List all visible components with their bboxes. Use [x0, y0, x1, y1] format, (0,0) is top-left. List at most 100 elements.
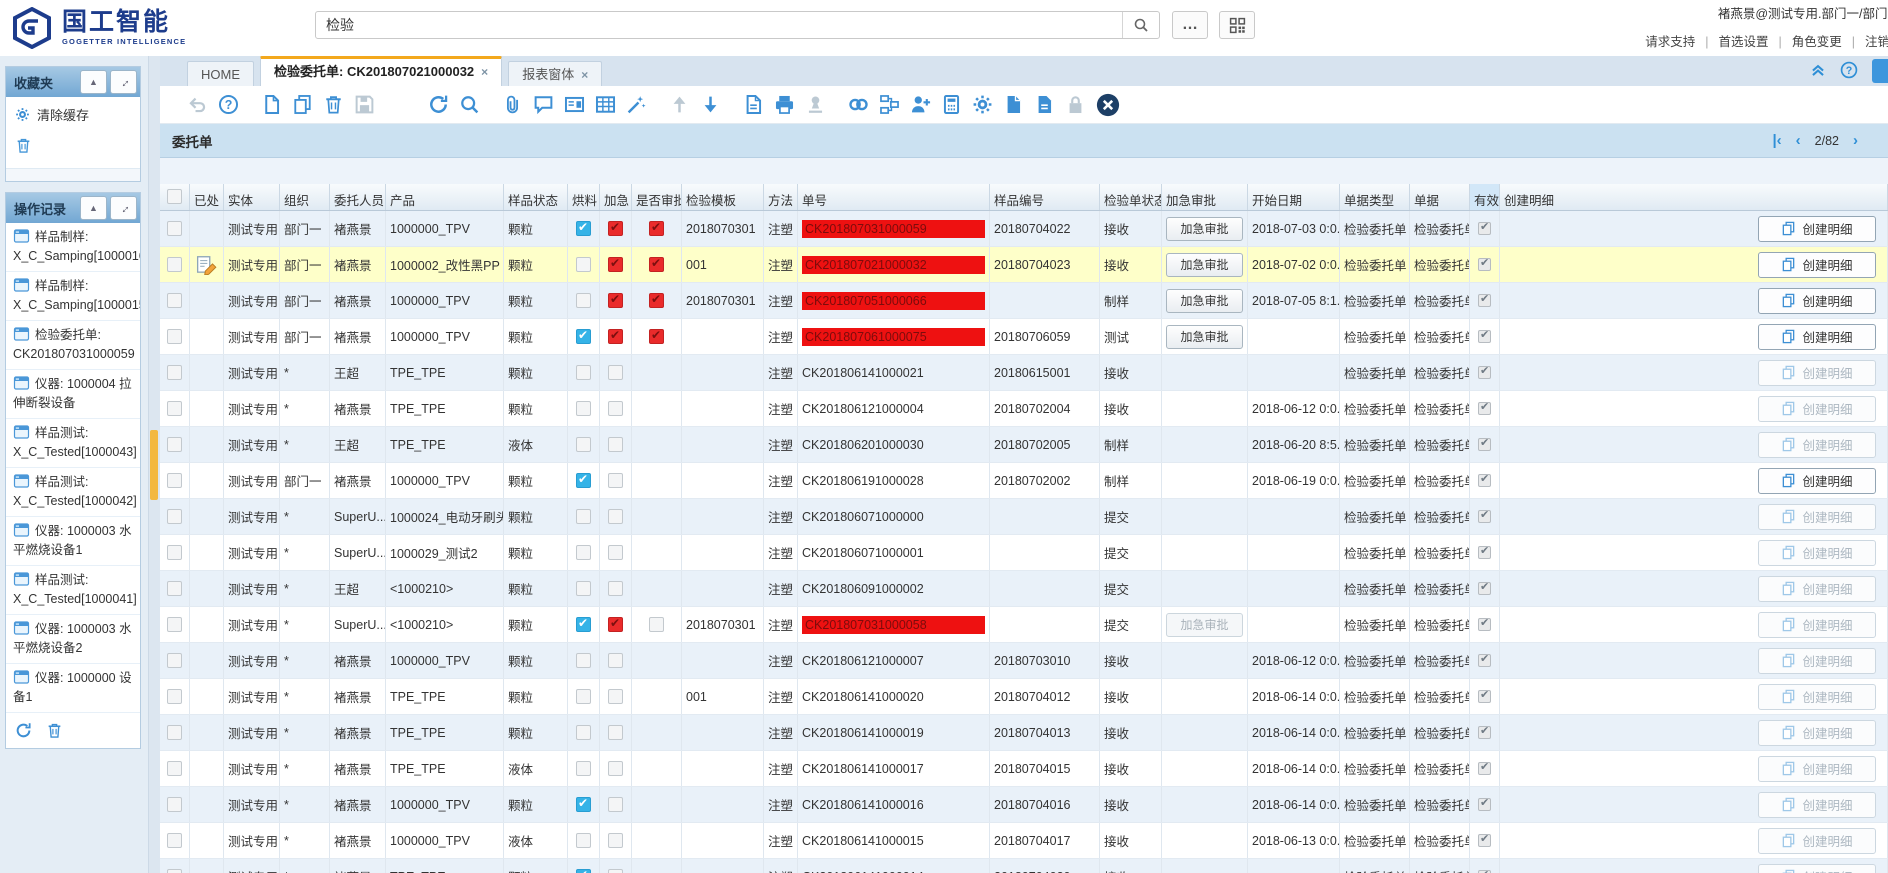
row-select-checkbox[interactable] — [167, 689, 182, 704]
refresh-icon[interactable] — [428, 94, 449, 115]
new-document-icon[interactable] — [261, 94, 282, 115]
urgent-checkbox[interactable] — [608, 653, 623, 668]
history-item[interactable]: 仪器: 1000003 水平燃烧设备1 — [6, 517, 140, 566]
table-row[interactable]: 测试专用部门一褚燕景1000000_TPV颗粒✔✔✔2018070301注塑CK… — [160, 211, 1888, 247]
urgent-approve-button[interactable]: 加急审批 — [1166, 217, 1243, 241]
column-header-bake[interactable]: 烘料 — [568, 184, 600, 210]
bake-checkbox[interactable]: ✔ — [576, 869, 591, 873]
first-page-button[interactable]: |‹ — [1772, 133, 1781, 148]
next-page-button[interactable]: › — [1853, 133, 1858, 148]
row-select-checkbox[interactable] — [167, 437, 182, 452]
edit-icon[interactable] — [196, 255, 218, 275]
table-row[interactable]: 测试专用*王超TPE_TPE颗粒注塑CK20180614100002120180… — [160, 355, 1888, 391]
qr-code-button[interactable] — [1219, 11, 1255, 39]
table-row[interactable]: 测试专用部门一褚燕景1000000_TPV颗粒✔✔✔注塑CK2018070610… — [160, 319, 1888, 355]
search-input[interactable] — [316, 13, 1122, 37]
table-row[interactable]: 测试专用*SuperU...1000024_电动牙刷头颗粒注塑CK2018060… — [160, 499, 1888, 535]
prev-page-button[interactable]: ‹ — [1796, 133, 1801, 148]
column-header-doc_type[interactable]: 单据类型 — [1340, 184, 1410, 210]
column-header-start_date[interactable]: 开始日期 — [1248, 184, 1340, 210]
export-doc-icon[interactable] — [1003, 94, 1024, 115]
select-all-checkbox[interactable] — [167, 189, 182, 204]
report-doc-icon[interactable] — [1034, 94, 1055, 115]
row-select-checkbox[interactable] — [167, 653, 182, 668]
create-detail-button[interactable]: 创建明细 — [1758, 252, 1876, 278]
valid-checkbox[interactable]: ✔ — [1478, 438, 1491, 451]
urgent-checkbox[interactable] — [608, 797, 623, 812]
bake-checkbox[interactable] — [576, 833, 591, 848]
urgent-checkbox[interactable] — [608, 401, 623, 416]
create-detail-button[interactable]: 创建明细 — [1758, 216, 1876, 242]
history-item[interactable]: 仪器: 1000000 设备1 — [6, 664, 140, 713]
urgent-checkbox[interactable] — [608, 761, 623, 776]
history-expand-button[interactable]: ↔ — [110, 196, 137, 220]
bake-checkbox[interactable]: ✔ — [576, 797, 591, 812]
urgent-checkbox[interactable]: ✔ — [608, 293, 623, 308]
help-icon[interactable]: ? — [218, 94, 239, 115]
bake-checkbox[interactable] — [576, 653, 591, 668]
urgent-checkbox[interactable]: ✔ — [608, 221, 623, 236]
import-icon[interactable] — [669, 94, 690, 115]
urgent-checkbox[interactable] — [608, 437, 623, 452]
row-select-checkbox[interactable] — [167, 329, 182, 344]
column-header-sel[interactable] — [160, 184, 190, 210]
approve-checkbox[interactable] — [649, 617, 664, 632]
table-row[interactable]: 测试专用*褚燕景TPE_TPE颗粒注塑CK2018061210000042018… — [160, 391, 1888, 427]
bake-checkbox[interactable] — [576, 689, 591, 704]
valid-checkbox[interactable]: ✔ — [1478, 762, 1491, 775]
user-link[interactable]: 首选设置 — [1718, 35, 1768, 49]
stamp-icon[interactable] — [805, 94, 826, 115]
valid-checkbox[interactable]: ✔ — [1478, 726, 1491, 739]
urgent-approve-button[interactable]: 加急审批 — [1166, 325, 1243, 349]
table-row[interactable]: 测试专用*SuperU...1000029_测试2颗粒注塑CK201806071… — [160, 535, 1888, 571]
settings-icon[interactable] — [972, 94, 993, 115]
chevrons-up-icon[interactable] — [1809, 61, 1827, 79]
urgent-checkbox[interactable]: ✔ — [608, 329, 623, 344]
table-row[interactable]: 测试专用*褚燕景1000000_TPV颗粒注塑CK201806121000007… — [160, 643, 1888, 679]
row-select-checkbox[interactable] — [167, 365, 182, 380]
close-icon[interactable]: × — [581, 68, 588, 82]
table-row[interactable]: 测试专用*褚燕景TPE_TPE颗粒注塑CK2018061410000192018… — [160, 715, 1888, 751]
valid-checkbox[interactable]: ✔ — [1478, 546, 1491, 559]
urgent-checkbox[interactable] — [608, 869, 623, 873]
urgent-checkbox[interactable] — [608, 725, 623, 740]
undo-icon[interactable] — [187, 94, 208, 115]
splitter-handle[interactable] — [150, 430, 158, 500]
column-header-create_detail[interactable]: 创建明细 — [1500, 184, 1888, 210]
urgent-approve-button[interactable]: 加急审批 — [1166, 253, 1243, 277]
valid-checkbox[interactable]: ✔ — [1478, 402, 1491, 415]
bake-checkbox[interactable] — [576, 293, 591, 308]
urgent-checkbox[interactable] — [608, 365, 623, 380]
bake-checkbox[interactable] — [576, 761, 591, 776]
row-select-checkbox[interactable] — [167, 869, 182, 873]
attachment-icon[interactable] — [502, 94, 523, 115]
column-header-valid[interactable]: 有效 — [1470, 184, 1500, 210]
valid-checkbox[interactable]: ✔ — [1478, 834, 1491, 847]
close-icon[interactable]: × — [481, 65, 488, 79]
save-all-icon[interactable] — [385, 94, 406, 115]
table-row[interactable]: 测试专用部门一褚燕景1000002_改性黑PP颗粒✔✔001注塑CK201807… — [160, 247, 1888, 283]
calculator-icon[interactable] — [941, 94, 962, 115]
search-icon[interactable] — [459, 94, 480, 115]
approve-checkbox[interactable]: ✔ — [649, 221, 664, 236]
table-row[interactable]: 测试专用*褚燕景TPE_TPE颗粒001注塑CK2018061410000202… — [160, 679, 1888, 715]
table-row[interactable]: 测试专用*褚燕景1000000_TPV颗粒✔注塑CK20180614100001… — [160, 787, 1888, 823]
favorites-item-clear-cache[interactable]: 清除缓存 — [6, 97, 140, 130]
column-header-method[interactable]: 方法 — [764, 184, 798, 210]
tab-order[interactable]: 检验委托单: CK201807021000032× — [260, 56, 502, 86]
column-header-sample_state[interactable]: 样品状态 — [504, 184, 568, 210]
favorites-expand-button[interactable]: ↔ — [110, 70, 137, 94]
urgent-approve-button[interactable]: 加急审批 — [1166, 289, 1243, 313]
bake-checkbox[interactable] — [576, 509, 591, 524]
bake-checkbox[interactable] — [576, 365, 591, 380]
history-item[interactable]: 样品测试: X_C_Tested[1000043] — [6, 419, 140, 468]
row-select-checkbox[interactable] — [167, 473, 182, 488]
trash-icon[interactable] — [46, 722, 63, 739]
table-row[interactable]: 测试专用部门一褚燕景1000000_TPV颗粒✔注塑CK201806191000… — [160, 463, 1888, 499]
create-detail-button[interactable]: 创建明细 — [1758, 468, 1876, 494]
history-item[interactable]: 仪器: 1000004 拉伸断裂设备 — [6, 370, 140, 419]
bake-checkbox[interactable]: ✔ — [576, 617, 591, 632]
urgent-checkbox[interactable] — [608, 509, 623, 524]
column-header-person[interactable]: 委托人员 — [330, 184, 386, 210]
favorites-collapse-button[interactable]: ▲ — [80, 70, 107, 94]
